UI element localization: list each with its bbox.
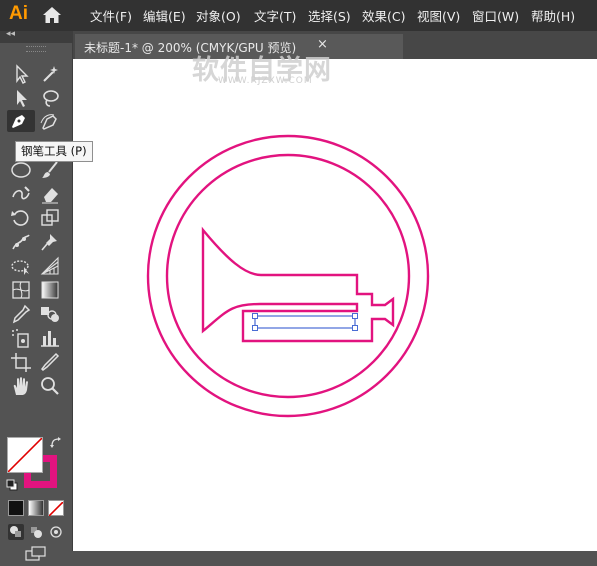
ellipse-tool-icon[interactable] (9, 159, 33, 181)
anchor-point (352, 313, 358, 319)
document-tab-bar: 未标题-1* @ 200% (CMYK/GPU 预览) × (73, 31, 597, 59)
home-icon[interactable] (42, 6, 62, 24)
puppet-warp-tool-icon[interactable] (9, 231, 33, 253)
anchor-point (252, 325, 258, 331)
eyedropper-tool-icon[interactable] (9, 303, 33, 325)
eraser-tool-icon[interactable] (38, 183, 62, 205)
direct-selection-tool-icon[interactable] (9, 87, 33, 109)
free-transform-tool-icon[interactable] (9, 255, 33, 277)
draw-normal-icon[interactable] (8, 524, 24, 540)
hand-tool-icon[interactable] (9, 375, 33, 397)
tools-panel: ◂◂ (0, 29, 73, 561)
anchor-point (352, 325, 358, 331)
pin-tool-icon[interactable] (38, 231, 62, 253)
menu-file[interactable]: 文件(F) (90, 6, 132, 25)
swap-fill-stroke-icon[interactable] (50, 434, 62, 448)
perspective-grid-tool-icon[interactable] (38, 255, 62, 277)
paintbrush-tool-icon[interactable] (38, 159, 62, 181)
menu-edit[interactable]: 编辑(E) (143, 6, 186, 25)
pen-tool-tooltip: 钢笔工具 (P) (15, 141, 93, 162)
scale-tool-icon[interactable] (38, 207, 62, 229)
symbol-sprayer-tool-icon[interactable] (9, 327, 33, 349)
menu-window[interactable]: 窗口(W) (472, 6, 519, 25)
menu-effect[interactable]: 效果(C) (362, 6, 405, 25)
mesh-tool-icon[interactable] (9, 279, 33, 301)
app-logo: Ai (9, 3, 28, 24)
draw-behind-icon[interactable] (28, 524, 44, 540)
blend-tool-icon[interactable] (38, 303, 62, 325)
artwork (146, 134, 430, 418)
magic-wand-tool-icon[interactable] (38, 63, 62, 85)
screen-mode-icon[interactable] (24, 546, 48, 562)
anchor-point (252, 313, 258, 319)
watermark-url: WWW.RJZXW.COM (218, 76, 313, 86)
collapse-icon[interactable]: ◂◂ (6, 29, 15, 39)
default-colors-icon[interactable] (6, 476, 18, 491)
menu-bar: Ai 文件(F) 编辑(E) 对象(O) 文字(T) 选择(S) 效果(C) 视… (0, 0, 597, 31)
artboard-canvas[interactable] (73, 59, 597, 551)
menu-select[interactable]: 选择(S) (308, 6, 351, 25)
menu-view[interactable]: 视图(V) (417, 6, 460, 25)
tools-panel-header[interactable]: ◂◂ (0, 29, 73, 43)
rotate-tool-icon[interactable] (9, 207, 33, 229)
zoom-tool-icon[interactable] (38, 375, 62, 397)
fill-color-swatch[interactable] (7, 437, 43, 473)
gradient-mode-button[interactable] (28, 500, 44, 516)
horn-shape (201, 226, 395, 343)
column-graph-tool-icon[interactable] (38, 327, 62, 349)
menu-type[interactable]: 文字(T) (254, 6, 296, 25)
menu-object[interactable]: 对象(O) (196, 6, 241, 25)
selected-path (254, 315, 356, 329)
lasso-tool-icon[interactable] (38, 87, 62, 109)
artboard-tool-icon[interactable] (9, 351, 33, 373)
menu-help[interactable]: 帮助(H) (531, 6, 575, 25)
panel-grip[interactable] (26, 46, 46, 52)
gradient-tool-icon[interactable] (38, 279, 62, 301)
selection-tool-icon[interactable] (9, 63, 33, 85)
curvature-tool-icon[interactable] (38, 111, 62, 133)
draw-inside-icon[interactable] (48, 524, 64, 540)
pen-tool-icon[interactable] (7, 110, 35, 132)
color-mode-button[interactable] (8, 500, 24, 516)
slice-tool-icon[interactable] (38, 351, 62, 373)
shaper-tool-icon[interactable] (9, 183, 33, 205)
none-mode-button[interactable] (48, 500, 64, 517)
